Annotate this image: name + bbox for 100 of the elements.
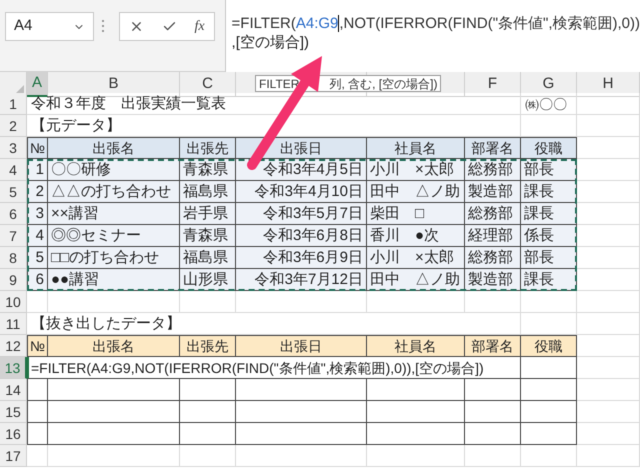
header-cell: 出張日 [236,335,367,357]
empty-cell[interactable] [521,423,577,445]
row-number[interactable]: 17 [0,445,27,467]
empty-cell[interactable] [236,423,367,445]
row-number[interactable]: 2 [0,115,27,137]
table-cell: 岩手県 [180,203,236,225]
table-cell: 令和3年4月10日 [236,181,367,203]
table-cell: 部長 [521,159,577,181]
header-cell: 出張日 [236,137,367,159]
table-cell: 令和3年6月9日 [236,247,367,269]
row-number[interactable]: 11 [0,313,27,335]
table-cell: 3 [27,203,48,225]
empty-cell[interactable] [521,379,577,401]
empty-cell[interactable] [27,423,48,445]
insert-function-button[interactable]: fx [194,16,205,37]
table-cell: 小川 ×太郎 [367,247,465,269]
table-cell: 課長 [521,203,577,225]
table-cell: 製造部 [465,181,521,203]
row-number[interactable]: 8 [0,247,27,269]
empty-cell[interactable] [367,379,465,401]
empty-cell[interactable] [465,401,521,423]
table-cell: 令和3年6月8日 [236,225,367,247]
row-number[interactable]: 4 [0,159,27,181]
table-cell: 1 [27,159,48,181]
table-cell: 〇〇研修 [48,159,180,181]
header-cell: 出張先 [180,137,236,159]
table-cell: 総務部 [465,203,521,225]
table-cell: ××講習 [48,203,180,225]
empty-cell[interactable] [27,401,48,423]
table-cell: △△の打ち合わせ [48,181,180,203]
table-cell: 田中 △ノ助 [367,181,465,203]
column-header[interactable]: B [48,72,180,96]
table-cell: □□の打ち合わせ [48,247,180,269]
empty-cell[interactable] [180,423,236,445]
table-cell: 係長 [521,225,577,247]
empty-cell[interactable] [367,423,465,445]
table-cell: 製造部 [465,269,521,291]
row-number[interactable]: 15 [0,401,27,423]
table-cell: 課長 [521,269,577,291]
empty-cell[interactable] [465,423,521,445]
name-box[interactable]: A4 [5,12,94,41]
row-number[interactable]: 14 [0,379,27,401]
row-number[interactable]: 6 [0,203,27,225]
header-cell: 役職 [521,335,577,357]
table-cell: 6 [27,269,48,291]
column-header[interactable]: F [465,72,521,96]
row-number[interactable]: 5 [0,181,27,203]
cell-text: 【抜き出したデータ】 [31,314,181,332]
table-cell: 令和3年4月5日 [236,159,367,181]
row-number[interactable]: 3 [0,137,27,159]
table-cell: 田中 △ノ助 [367,269,465,291]
table-cell: 令和3年5月7日 [236,203,367,225]
table-cell: 香川 ●次 [367,225,465,247]
table-cell: 福島県 [180,181,236,203]
table-cell: 柴田 □ [367,203,465,225]
empty-cell[interactable] [48,401,180,423]
empty-cell[interactable] [48,379,180,401]
column-header[interactable]: H [577,72,640,96]
empty-cell[interactable] [27,379,48,401]
separator-dots-icon [102,20,106,32]
table-cell: ●●講習 [48,269,180,291]
row-number[interactable]: 16 [0,423,27,445]
empty-cell[interactable] [367,401,465,423]
table-cell: 青森県 [180,159,236,181]
empty-cell[interactable] [48,423,180,445]
header-cell: № [27,137,48,159]
table-cell: 山形県 [180,269,236,291]
table-cell: 総務部 [465,247,521,269]
cell-text: ㈱〇〇 [525,94,567,112]
row-number[interactable]: 7 [0,225,27,247]
row-number[interactable]: 10 [0,291,27,313]
table-cell: 4 [27,225,48,247]
table-cell: 青森県 [180,225,236,247]
table-cell: ◎◎セミナー [48,225,180,247]
empty-cell[interactable] [236,379,367,401]
header-cell: 出張先 [180,335,236,357]
table-cell: 課長 [521,181,577,203]
empty-cell[interactable] [236,401,367,423]
column-header[interactable]: C [180,72,236,96]
row-number[interactable]: 12 [0,335,27,357]
formula-cell[interactable]: =FILTER(A4:G9,NOT(IFERROR(FIND("条件値",検索範囲),0)),[空の場合]) [27,357,521,379]
table-cell: 部長 [521,247,577,269]
header-cell: № [27,335,48,357]
cell-text: 【元データ】 [31,116,121,134]
empty-cell[interactable] [521,401,577,423]
formula-bar[interactable]: =FILTER(A4:G9,NOT(IFERROR(FIND("条件値",検索範囲),0)) ,[空の場合]) [224,0,640,72]
table-cell: 5 [27,247,48,269]
column-header[interactable]: G [521,72,577,96]
table-cell: 2 [27,181,48,203]
table-cell: 令和3年7月12日 [236,269,367,291]
row-number[interactable]: 9 [0,269,27,291]
empty-cell[interactable] [180,379,236,401]
column-header[interactable]: A [27,72,48,96]
row-number[interactable]: 1 [0,93,27,115]
header-cell: 社員名 [367,137,465,159]
header-cell: 社員名 [367,335,465,357]
empty-cell[interactable] [465,379,521,401]
empty-cell[interactable] [180,401,236,423]
header-cell: 役職 [521,137,577,159]
row-number[interactable]: 13 [0,357,27,379]
